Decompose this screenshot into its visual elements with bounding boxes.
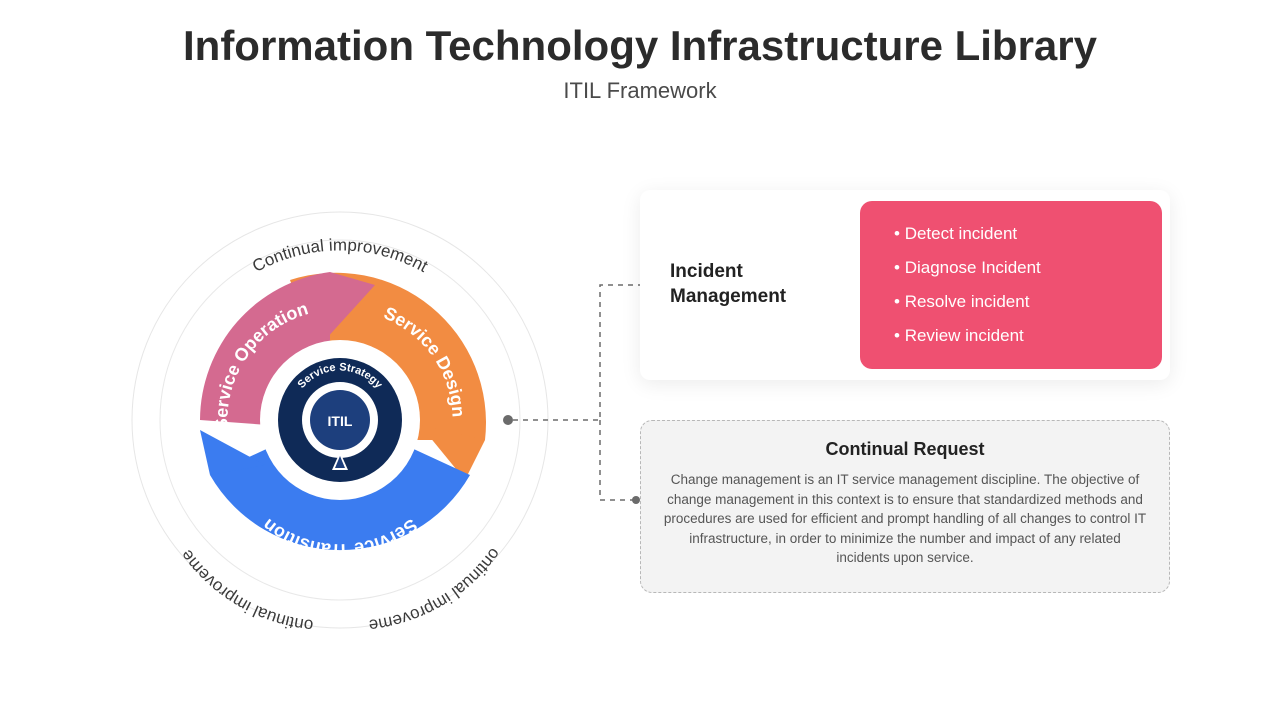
core-center-label: ITIL (328, 413, 353, 429)
list-item: Diagnose Incident (894, 251, 1134, 285)
itil-cycle-diagram: Service Design Service Transition Servic… (90, 170, 590, 670)
incident-management-card: Incident Management Detect incident Diag… (640, 190, 1170, 380)
list-item: Review incident (894, 319, 1134, 353)
card1-heading: Incident Management (640, 260, 860, 309)
list-item: Detect incident (894, 217, 1134, 251)
card1-list: Detect incident Diagnose Incident Resolv… (860, 201, 1162, 369)
page-title: Information Technology Infrastructure Li… (0, 22, 1280, 70)
continual-request-card: Continual Request Change management is a… (640, 420, 1170, 593)
card2-body: Change management is an IT service manag… (663, 470, 1147, 568)
page-subtitle: ITIL Framework (0, 78, 1280, 104)
list-item: Resolve incident (894, 285, 1134, 319)
card2-heading: Continual Request (663, 439, 1147, 460)
